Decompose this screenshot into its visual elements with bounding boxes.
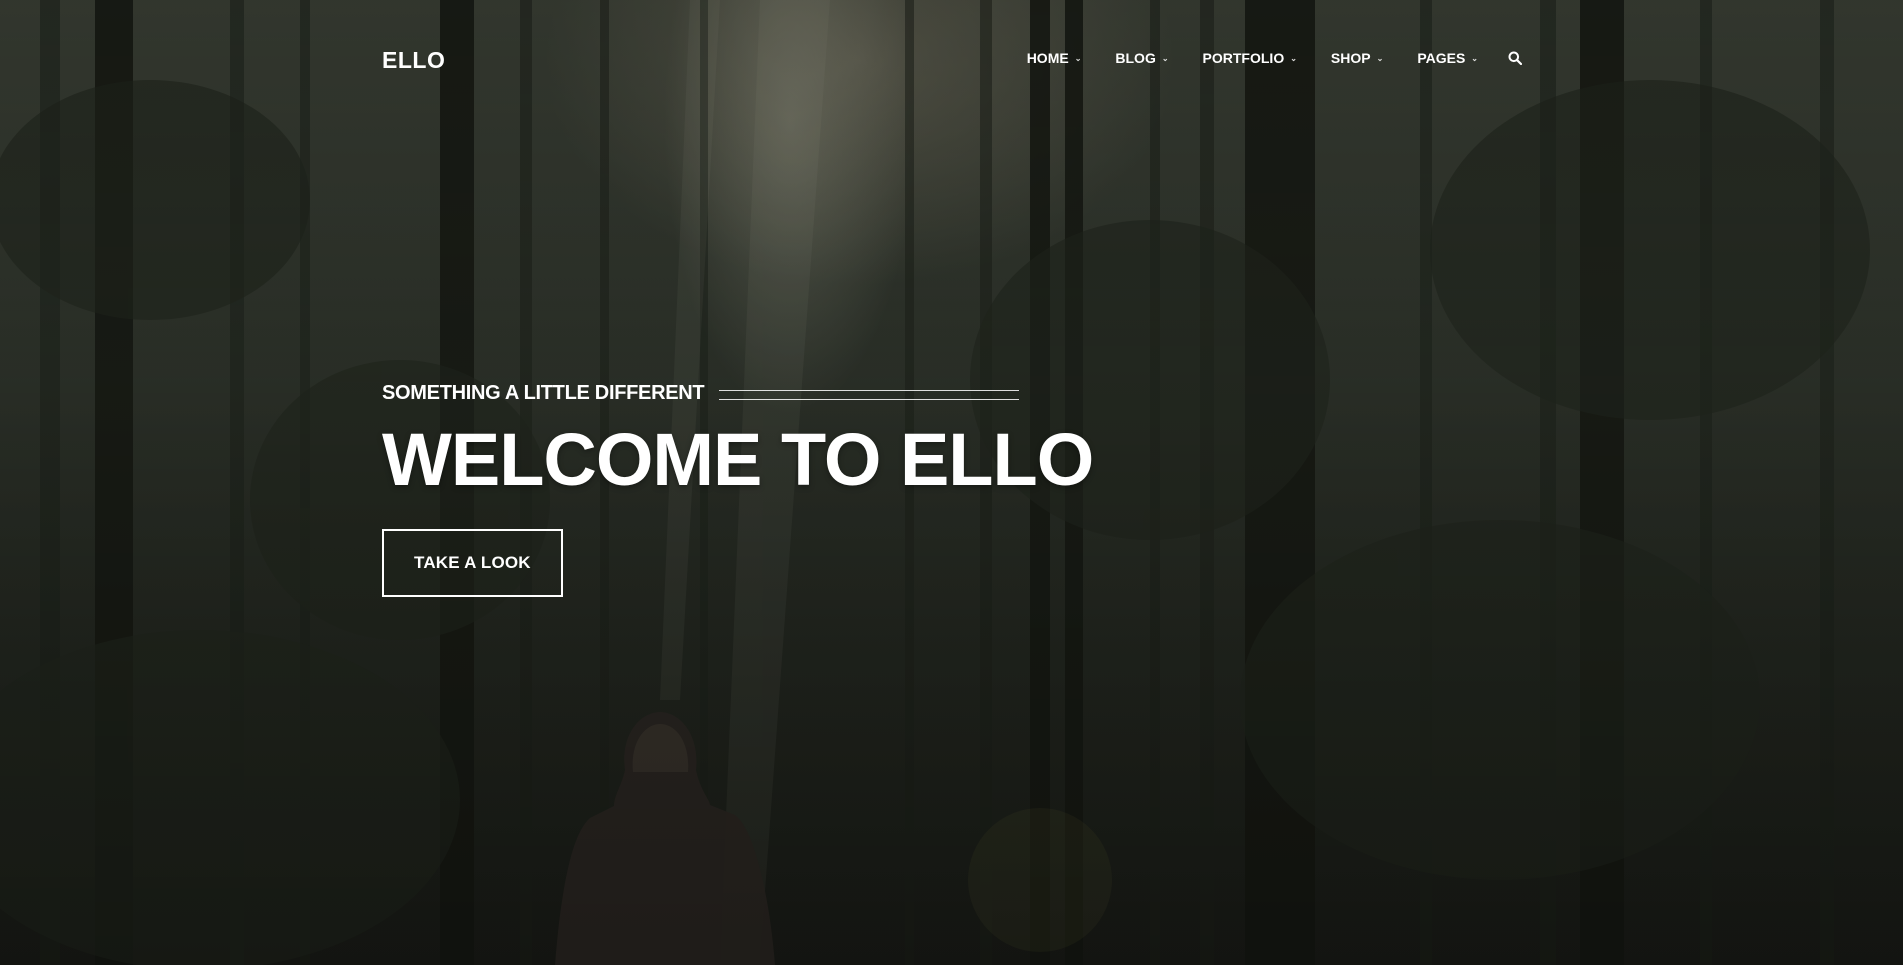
nav-item-label: PORTFOLIO [1202,50,1285,66]
nav-item-label: SHOP [1330,50,1371,66]
hero-title: WELCOME TO ELLO [382,418,1094,501]
site-header: ELLO HOME ⌄ BLOG ⌄ PORTFOLIO ⌄ SHOP ⌄ PA… [382,40,1522,80]
chevron-down-icon: ⌄ [1290,53,1297,63]
main-nav: HOME ⌄ BLOG ⌄ PORTFOLIO ⌄ SHOP ⌄ PAGES ⌄ [993,50,1522,66]
nav-item-portfolio[interactable]: PORTFOLIO ⌄ [1203,50,1297,66]
chevron-down-icon: ⌄ [1074,53,1082,63]
chevron-down-icon: ⌄ [1161,53,1169,63]
nav-item-blog[interactable]: BLOG ⌄ [1115,50,1168,66]
hero-content: SOMETHING A LITTLE DIFFERENT WELCOME TO … [382,382,1094,597]
subtitle-divider [719,390,1020,400]
nav-item-pages[interactable]: PAGES ⌄ [1417,50,1478,66]
nav-item-home[interactable]: HOME ⌄ [1027,50,1082,66]
hero-subtitle: SOMETHING A LITTLE DIFFERENT [382,382,705,404]
chevron-down-icon: ⌄ [1376,53,1384,63]
hero-section: ELLO HOME ⌄ BLOG ⌄ PORTFOLIO ⌄ SHOP ⌄ PA… [0,0,1903,965]
take-a-look-button[interactable]: TAKE A LOOK [382,529,563,597]
subtitle-row: SOMETHING A LITTLE DIFFERENT [382,382,1093,405]
nav-item-label: BLOG [1115,50,1156,66]
chevron-down-icon: ⌄ [1471,53,1478,63]
nav-item-label: PAGES [1417,50,1466,66]
site-logo[interactable]: ELLO [382,47,445,74]
nav-item-label: HOME [1026,50,1069,66]
nav-item-shop[interactable]: SHOP ⌄ [1331,50,1383,66]
search-icon[interactable] [1508,51,1522,65]
